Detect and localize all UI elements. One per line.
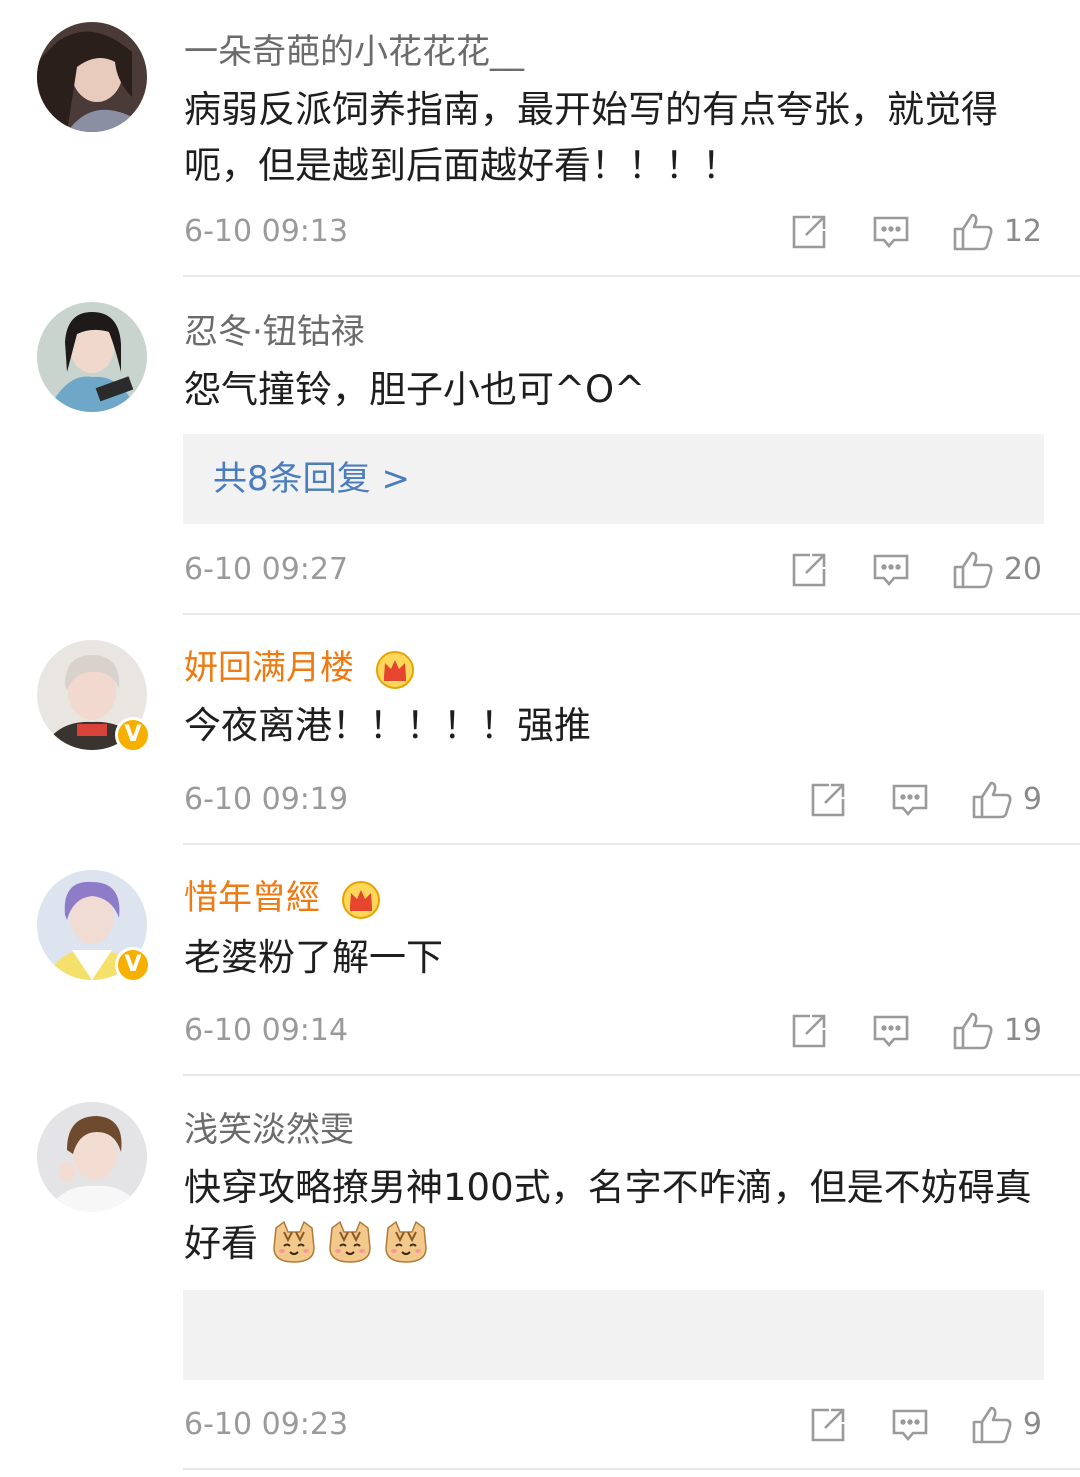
username-text: 妍回满月楼 — [184, 648, 354, 688]
timestamp: 6-10 09:13 — [184, 214, 349, 249]
repost-icon — [792, 553, 826, 587]
verified-icon: V — [115, 947, 151, 983]
divider — [183, 1468, 1080, 1470]
repost-icon — [811, 783, 845, 817]
comment-button[interactable] — [891, 782, 929, 818]
avatar[interactable]: V — [37, 640, 151, 753]
username-text: 惜年曾經 — [184, 878, 320, 918]
like-count: 9 — [1022, 1407, 1042, 1442]
like-button[interactable]: 9 — [971, 780, 1042, 820]
comment-actions: 19 — [790, 1009, 1042, 1053]
avatar[interactable]: V — [37, 870, 151, 983]
repost-button[interactable] — [790, 1012, 828, 1050]
avatar-image — [37, 302, 147, 412]
comment-icon — [873, 216, 909, 249]
username[interactable]: 浅笑淡然雯 — [184, 1110, 354, 1150]
comment-button[interactable] — [891, 1407, 929, 1443]
avatar[interactable] — [37, 1102, 147, 1212]
comment-text: 怨气撞铃，胆子小也可^O^ — [184, 368, 646, 411]
username[interactable]: 一朵奇葩的小花花花__ — [184, 32, 524, 72]
repost-icon — [811, 1408, 845, 1442]
like-button[interactable]: 20 — [952, 550, 1042, 590]
cat-emoji — [273, 1220, 315, 1263]
timestamp: 6-10 09:19 — [184, 782, 349, 817]
repost-button[interactable] — [790, 551, 828, 589]
repost-icon — [792, 215, 826, 249]
comment-icon — [892, 784, 928, 817]
divider — [183, 275, 1080, 277]
cat-emoji — [329, 1220, 371, 1263]
like-icon — [953, 1012, 993, 1050]
like-button[interactable]: 19 — [952, 1011, 1042, 1051]
timestamp: 6-10 09:27 — [184, 552, 349, 587]
like-count: 19 — [1003, 1013, 1042, 1048]
comment-icon — [873, 1015, 909, 1048]
comment-actions: 20 — [790, 548, 1042, 592]
like-icon — [972, 1406, 1012, 1444]
comment-text: 病弱反派饲养指南，最开始写的有点夸张，就觉得呃，但是越到后面越好看！！！！ — [184, 88, 998, 187]
username[interactable]: 惜年曾經 — [184, 878, 381, 920]
reply-preview-box[interactable]: 共8条回复 > — [183, 434, 1044, 524]
crown-icon — [375, 650, 414, 689]
like-icon — [953, 551, 993, 589]
comment-button[interactable] — [872, 214, 910, 250]
like-icon — [972, 781, 1012, 819]
timestamp: 6-10 09:23 — [184, 1407, 349, 1442]
divider — [183, 613, 1080, 615]
repost-button[interactable] — [809, 781, 847, 819]
comment-button[interactable] — [872, 1013, 910, 1049]
divider — [183, 843, 1080, 845]
like-icon — [953, 213, 993, 251]
comment-icon — [892, 1409, 928, 1442]
comment-text: 快穿攻略撩男神100式，名字不咋滴，但是不妨碍真好看 — [184, 1160, 1044, 1272]
repost-button[interactable] — [809, 1406, 847, 1444]
username[interactable]: 妍回满月楼 — [184, 648, 415, 690]
comment-icon — [873, 554, 909, 587]
cat-emoji — [385, 1220, 427, 1263]
like-button[interactable]: 9 — [971, 1405, 1042, 1445]
timestamp: 6-10 09:14 — [184, 1013, 349, 1048]
comment-text: 老婆粉了解一下 — [184, 936, 443, 979]
username[interactable]: 忍冬·钮钴禄 — [184, 312, 365, 352]
avatar-image — [37, 22, 147, 132]
comment-button[interactable] — [872, 552, 910, 588]
like-count: 9 — [1022, 782, 1042, 817]
like-count: 20 — [1003, 552, 1042, 587]
repost-button[interactable] — [790, 213, 828, 251]
divider — [183, 1074, 1080, 1076]
verified-icon: V — [115, 717, 151, 753]
comment-text: 今夜离港！！！！！强推 — [184, 704, 591, 747]
crown-icon — [341, 880, 380, 919]
comment-actions: 12 — [790, 210, 1042, 254]
reply-preview-box[interactable] — [183, 1290, 1044, 1380]
repost-icon — [792, 1014, 826, 1048]
like-count: 12 — [1003, 214, 1042, 249]
comment-actions: 9 — [809, 1403, 1042, 1447]
view-replies-link[interactable]: 共8条回复 > — [213, 459, 410, 499]
avatar[interactable] — [37, 302, 147, 412]
like-button[interactable]: 12 — [952, 212, 1042, 252]
avatar[interactable] — [37, 22, 147, 132]
comment-actions: 9 — [809, 778, 1042, 822]
avatar-image — [37, 1102, 147, 1212]
